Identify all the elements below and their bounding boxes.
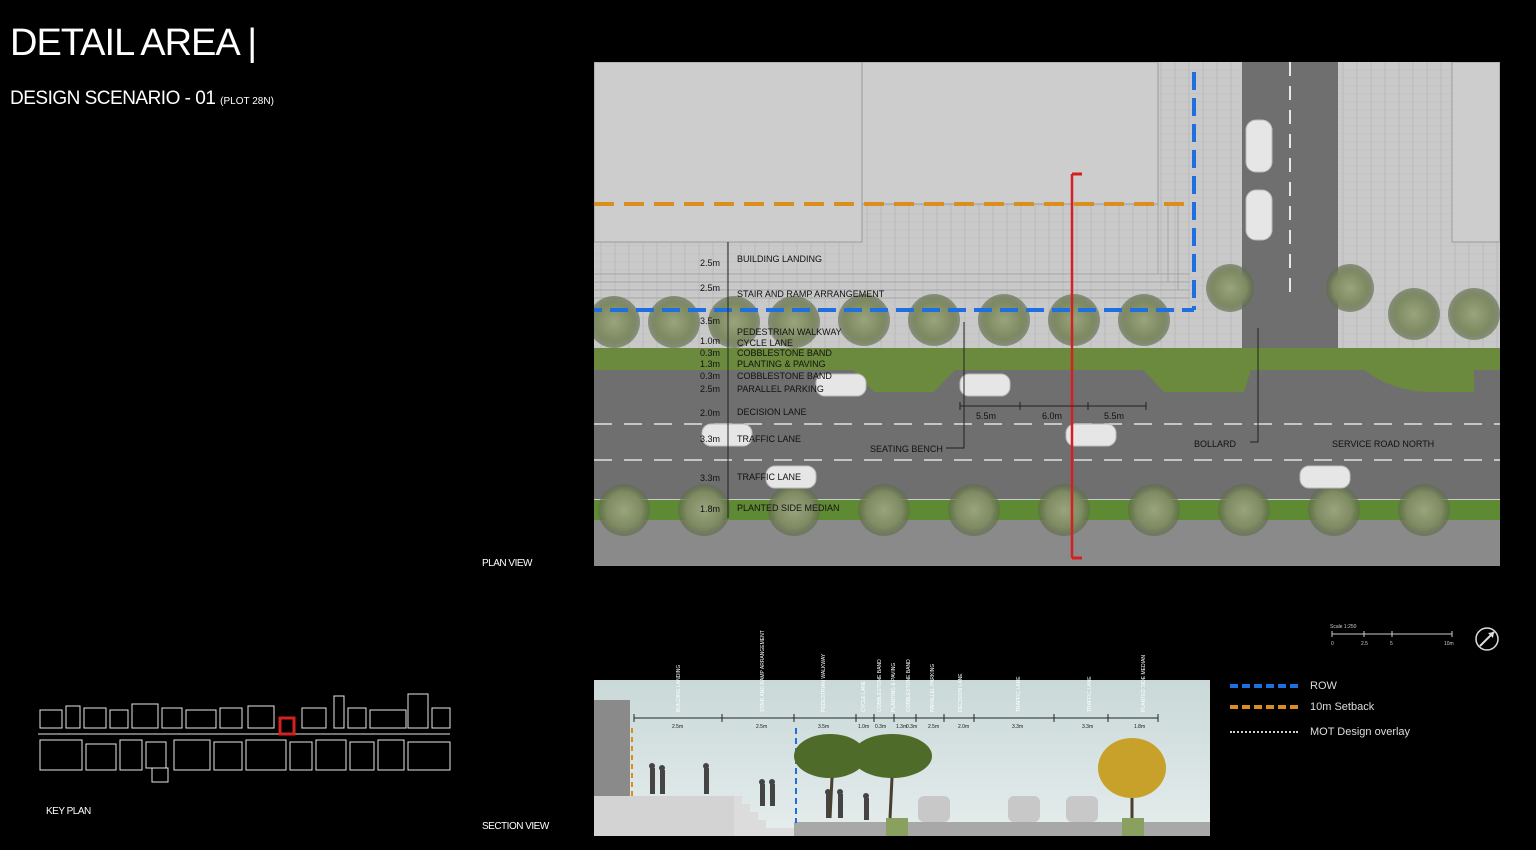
zone-width: 2.0m xyxy=(700,408,720,418)
zone-label: BUILDING LANDING xyxy=(737,254,822,264)
zone-row: 1.3m PLANTING & PAVING xyxy=(700,359,826,369)
section-zone-label: DECISION LANE xyxy=(958,673,964,712)
zone-label: STAIR AND RAMP ARRANGEMENT xyxy=(737,289,885,299)
zone-row: 2.0m DECISION LANE xyxy=(700,407,807,418)
section-zone-label: TRAFFIC LANE xyxy=(1087,676,1093,712)
page-subtitle: DESIGN SCENARIO - 01 (PLOT 28N) xyxy=(10,88,274,110)
service-road-callout: SERVICE ROAD NORTH xyxy=(1332,439,1434,449)
zone-width: 2.5m xyxy=(700,283,720,293)
bench-dim-1: 5.5m xyxy=(976,411,996,421)
scale-tick: 10m xyxy=(1444,641,1454,647)
zone-width: 3.5m xyxy=(700,316,720,326)
bollard-callout: BOLLARD xyxy=(1194,439,1237,449)
zone-row: 0.3m COBBLESTONE BAND xyxy=(700,348,832,358)
section-zone-label: PLANTING & PAVING xyxy=(891,663,897,712)
zone-width: 0.3m xyxy=(700,371,720,381)
section-zone-label: STAIR AND RAMP ARRANGEMENT xyxy=(760,630,766,712)
zone-width: 2.5m xyxy=(700,384,720,394)
zone-width: 1.8m xyxy=(700,504,720,514)
zone-width: 3.3m xyxy=(700,434,720,444)
section-zone-label: PLANTED SIDE MEDIAN xyxy=(1141,655,1147,712)
zone-width: 3.3m xyxy=(700,473,720,483)
zone-width: 0.3m xyxy=(700,348,720,358)
zone-label: PLANTING & PAVING xyxy=(737,359,826,369)
legend-swatch-mot xyxy=(1230,731,1298,733)
scale-tick: 2.5 xyxy=(1361,641,1368,647)
zone-width: 1.0m xyxy=(700,336,720,346)
page-title: DETAIL AREA | xyxy=(10,22,257,64)
bench-dim-2: 6.0m xyxy=(1042,411,1062,421)
section-dim: 3.3m xyxy=(1012,724,1023,730)
section-zone-label: PEDESTRIAN WALKWAY xyxy=(821,653,827,712)
zone-label: COBBLESTONE BAND xyxy=(737,371,832,381)
scale-tick: 0 xyxy=(1331,641,1334,647)
section-zone-label: TRAFFIC LANE xyxy=(1016,676,1022,712)
legend-item-row: ROW xyxy=(1230,680,1337,692)
section-dim: 0.3m xyxy=(906,724,917,730)
scale-title: Scale 1:250 xyxy=(1330,624,1357,630)
scale-tick: 5 xyxy=(1390,641,1393,647)
north-arrow-icon xyxy=(1475,627,1499,651)
section-zone-label: COBBLESTONE BAND xyxy=(906,659,912,712)
section-dim: 0.3m xyxy=(875,724,886,730)
key-plan-caption: KEY PLAN xyxy=(46,806,91,817)
plan-view-caption: PLAN VIEW xyxy=(482,558,532,569)
legend-swatch-setback xyxy=(1230,705,1298,709)
zone-label: TRAFFIC LANE xyxy=(737,434,801,444)
legend-item-setback: 10m Setback xyxy=(1230,701,1374,713)
zone-label: CYCLE LANE xyxy=(737,338,793,348)
section-zone-label: CYCLE LANE xyxy=(861,680,867,712)
zone-row: 2.5m PARALLEL PARKING xyxy=(700,384,824,394)
section-dim: 2.0m xyxy=(958,724,969,730)
plan-view-drawing: 2.5m BUILDING LANDING 2.5m STAIR AND RAM… xyxy=(594,62,1500,566)
seating-bench-callout: SEATING BENCH xyxy=(870,444,943,454)
zone-row: 3.3m TRAFFIC LANE xyxy=(700,434,801,444)
section-dim: 1.8m xyxy=(1134,724,1145,730)
section-dim: 3.5m xyxy=(818,724,829,730)
section-dim: 2.5m xyxy=(672,724,683,730)
zone-label: PARALLEL PARKING xyxy=(737,384,824,394)
bench-dim-3: 5.5m xyxy=(1104,411,1124,421)
zone-width: 2.5m xyxy=(700,258,720,268)
section-view-drawing: BUILDING LANDING STAIR AND RAMP ARRANGEM… xyxy=(594,630,1210,836)
section-dim: 2.5m xyxy=(928,724,939,730)
zone-label: DECISION LANE xyxy=(737,407,807,417)
legend-item-mot: MOT Design overlay xyxy=(1230,726,1410,738)
zone-width: 1.3m xyxy=(700,359,720,369)
subtitle-scenario: DESIGN SCENARIO - 01 xyxy=(10,88,216,109)
zone-label: PEDESTRIAN WALKWAY xyxy=(737,327,842,337)
legend-label: 10m Setback xyxy=(1310,701,1375,713)
zone-row: 3.3m TRAFFIC LANE xyxy=(700,472,801,483)
subtitle-plot: (PLOT 28N) xyxy=(220,96,274,107)
section-dim: 1.0m xyxy=(858,724,869,730)
legend-swatch-row xyxy=(1230,684,1298,688)
section-zone-label: PARALLEL PARKING xyxy=(930,664,936,712)
section-zone-label: COBBLESTONE BAND xyxy=(877,659,883,712)
zone-label: COBBLESTONE BAND xyxy=(737,348,832,358)
section-view-caption: SECTION VIEW xyxy=(482,821,549,832)
key-plan-map xyxy=(38,693,451,783)
section-dim: 3.3m xyxy=(1082,724,1093,730)
scale-bar: Scale 1:250 0 2.5 5 10m xyxy=(1330,624,1454,647)
section-dim: 2.5m xyxy=(756,724,767,730)
zone-row: 0.3m COBBLESTONE BAND xyxy=(700,371,832,381)
section-zone-label: BUILDING LANDING xyxy=(676,665,682,712)
legend-label: ROW xyxy=(1310,680,1337,692)
zone-label: PLANTED SIDE MEDIAN xyxy=(737,503,840,513)
zone-label: TRAFFIC LANE xyxy=(737,472,801,482)
legend-label: MOT Design overlay xyxy=(1310,726,1411,738)
